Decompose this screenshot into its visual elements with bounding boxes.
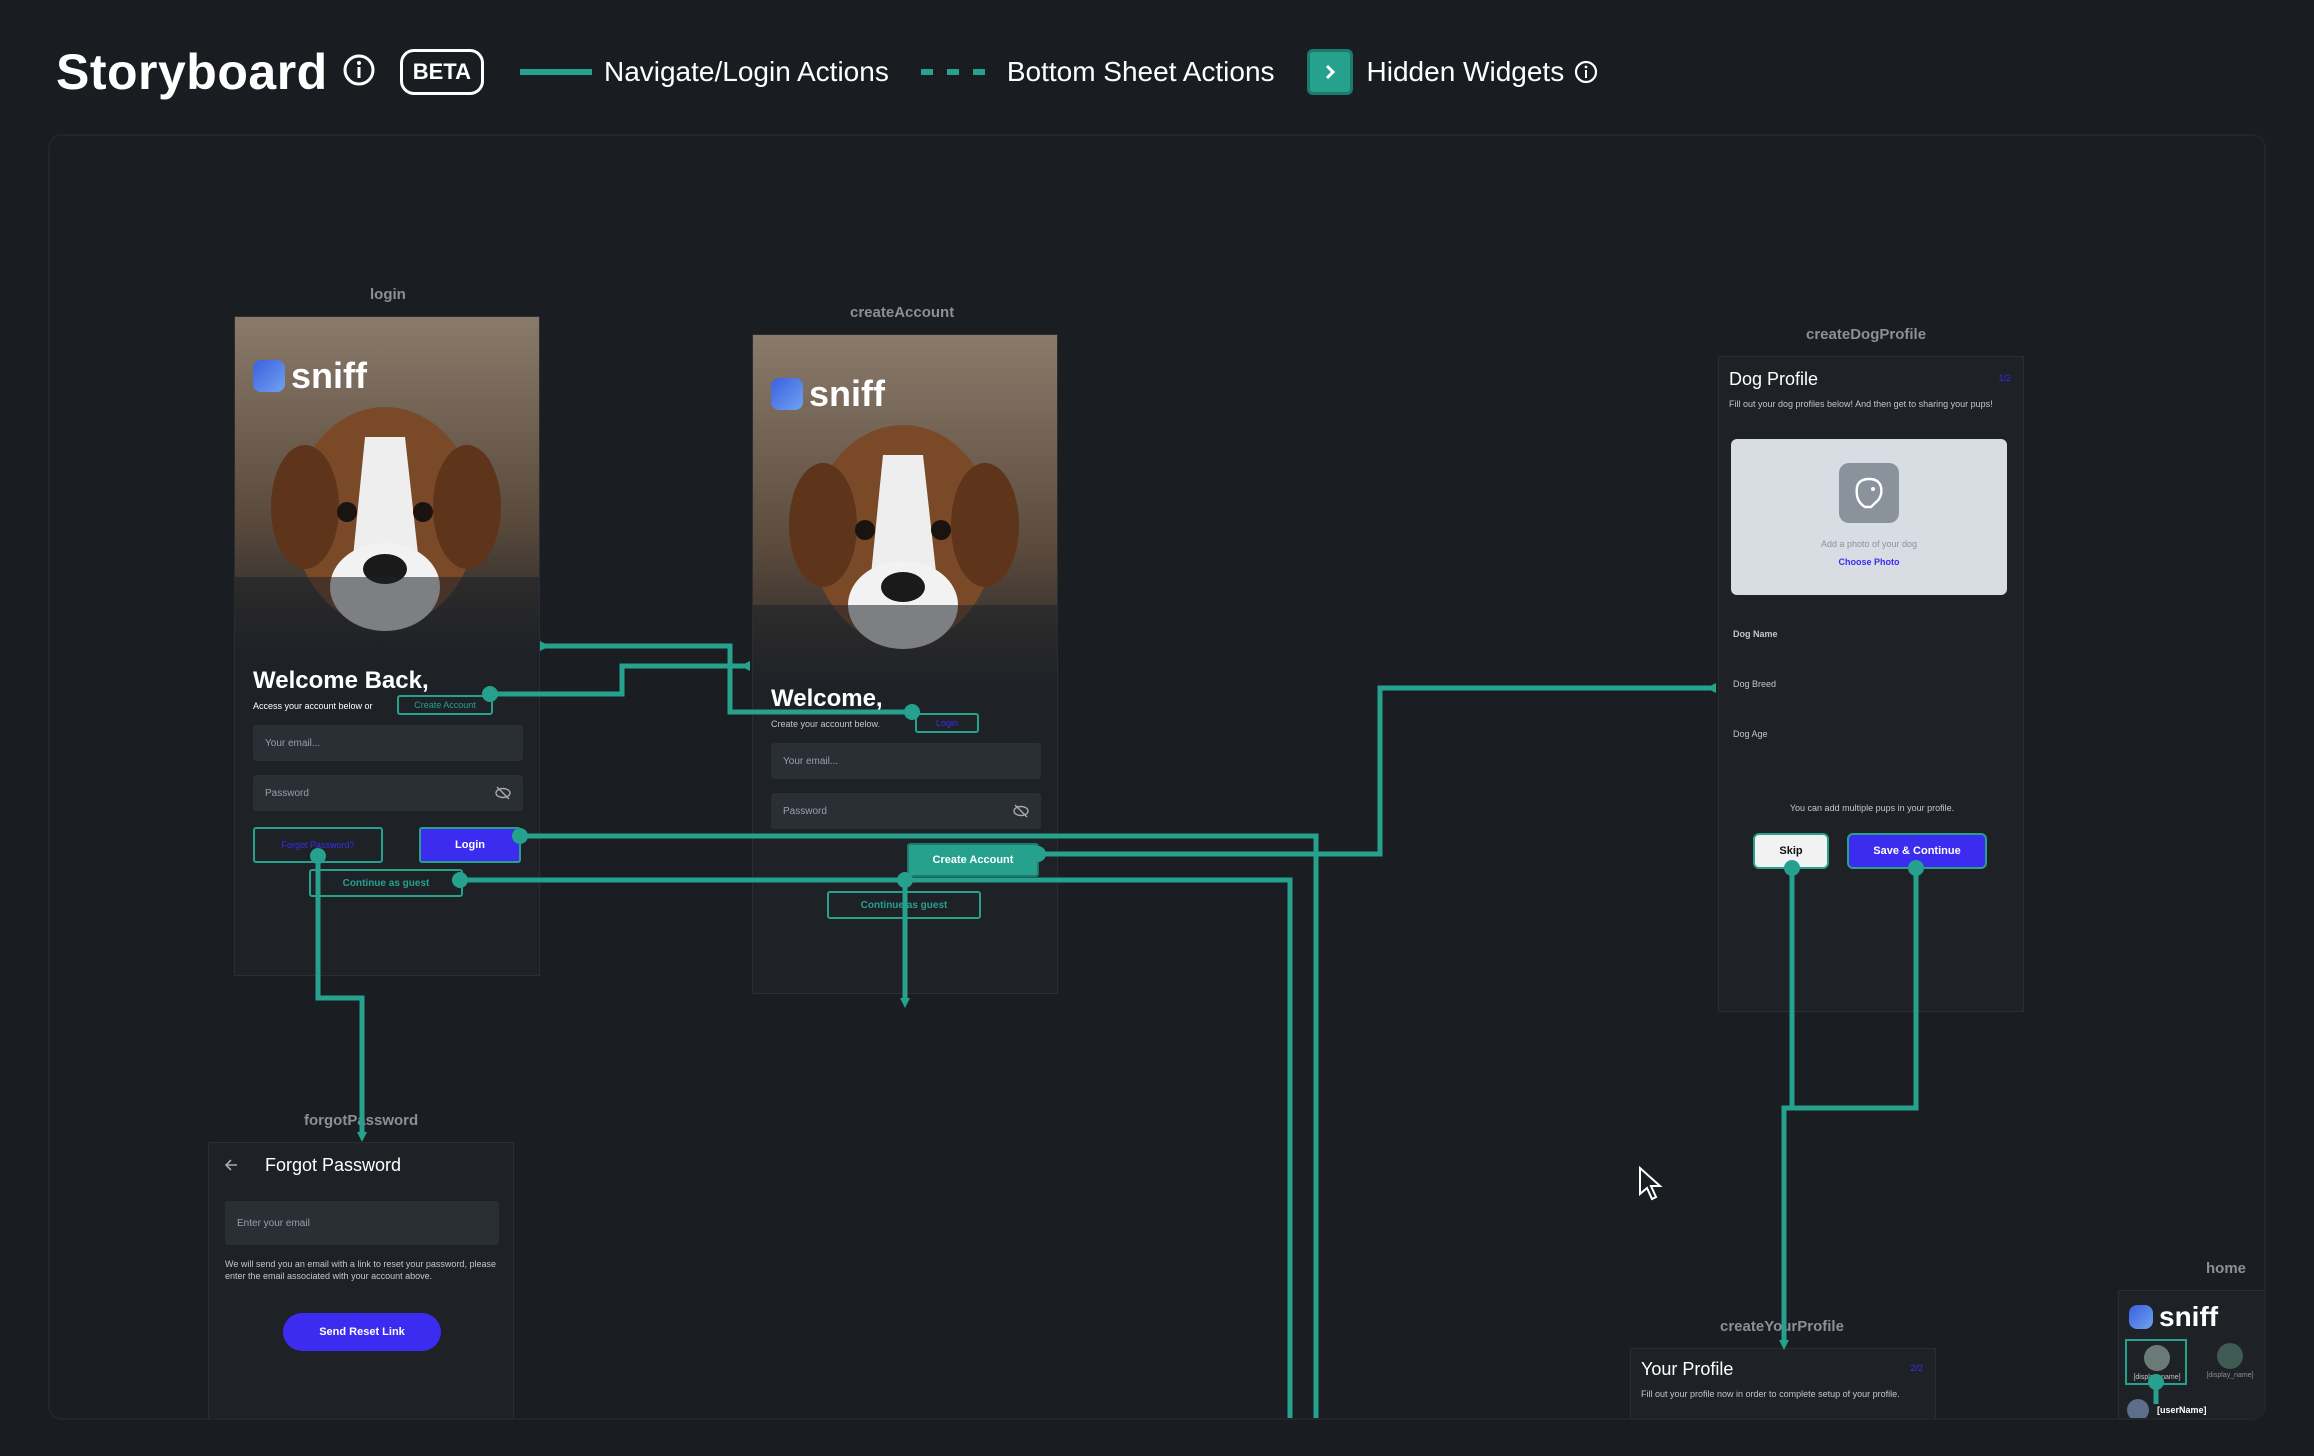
arrow-head — [357, 1132, 367, 1142]
wire-node — [2148, 1374, 2164, 1390]
beta-badge: BETA — [399, 49, 484, 95]
wire-guest-login — [460, 877, 1293, 1418]
wire-node — [1030, 846, 1046, 862]
arrow-head — [540, 641, 550, 651]
info-icon[interactable] — [1574, 60, 1598, 84]
wire-create-account-to-login — [540, 643, 912, 715]
arrow-head — [1706, 683, 1716, 693]
cursor-icon — [1639, 1166, 1663, 1201]
arrow-head — [1779, 1340, 1789, 1350]
wire-node — [512, 828, 528, 844]
dashed-line-swatch — [920, 69, 985, 75]
wire-node — [904, 704, 920, 720]
wire-node — [897, 872, 913, 888]
chevron-right-icon[interactable] — [1306, 49, 1353, 95]
wire-save-continue — [1792, 868, 1919, 1111]
wire-skip — [1781, 868, 1795, 1342]
info-icon[interactable] — [342, 53, 376, 92]
legend-hidden-widgets[interactable]: Hidden Widgets — [1306, 49, 1599, 95]
wire-node — [452, 872, 468, 888]
legend-bottom-sheet-label: Bottom Sheet Actions — [1006, 56, 1275, 87]
wire-node — [310, 848, 326, 864]
arrow-head — [900, 998, 910, 1008]
storyboard-header: Storyboard BETA Navigate/Login Actions B… — [56, 40, 1630, 104]
wire-node — [1784, 860, 1800, 876]
wire-login-to-create-account — [490, 663, 745, 697]
storyboard-canvas[interactable]: login sniff Welcome Back, Access your ac… — [48, 134, 2266, 1420]
legend-navigate-label: Navigate/Login Actions — [603, 56, 889, 87]
wire-forgot-password — [315, 856, 365, 1136]
navigation-wires — [310, 641, 2164, 1418]
legend-hidden-label: Hidden Widgets — [1366, 56, 1565, 87]
legend-navigate: Navigate/Login Actions — [519, 56, 889, 88]
arrow-head — [740, 661, 750, 671]
wire-create-account-to-dog-profile — [1038, 685, 1712, 857]
wire-node — [1908, 860, 1924, 876]
solid-line-swatch — [519, 69, 592, 75]
legend: Navigate/Login Actions Bottom Sheet Acti… — [519, 49, 1630, 95]
wire-login-button — [520, 833, 1319, 1418]
legend-bottom-sheet: Bottom Sheet Actions — [920, 56, 1275, 88]
page-title: Storyboard — [56, 44, 328, 100]
wire-node — [482, 686, 498, 702]
